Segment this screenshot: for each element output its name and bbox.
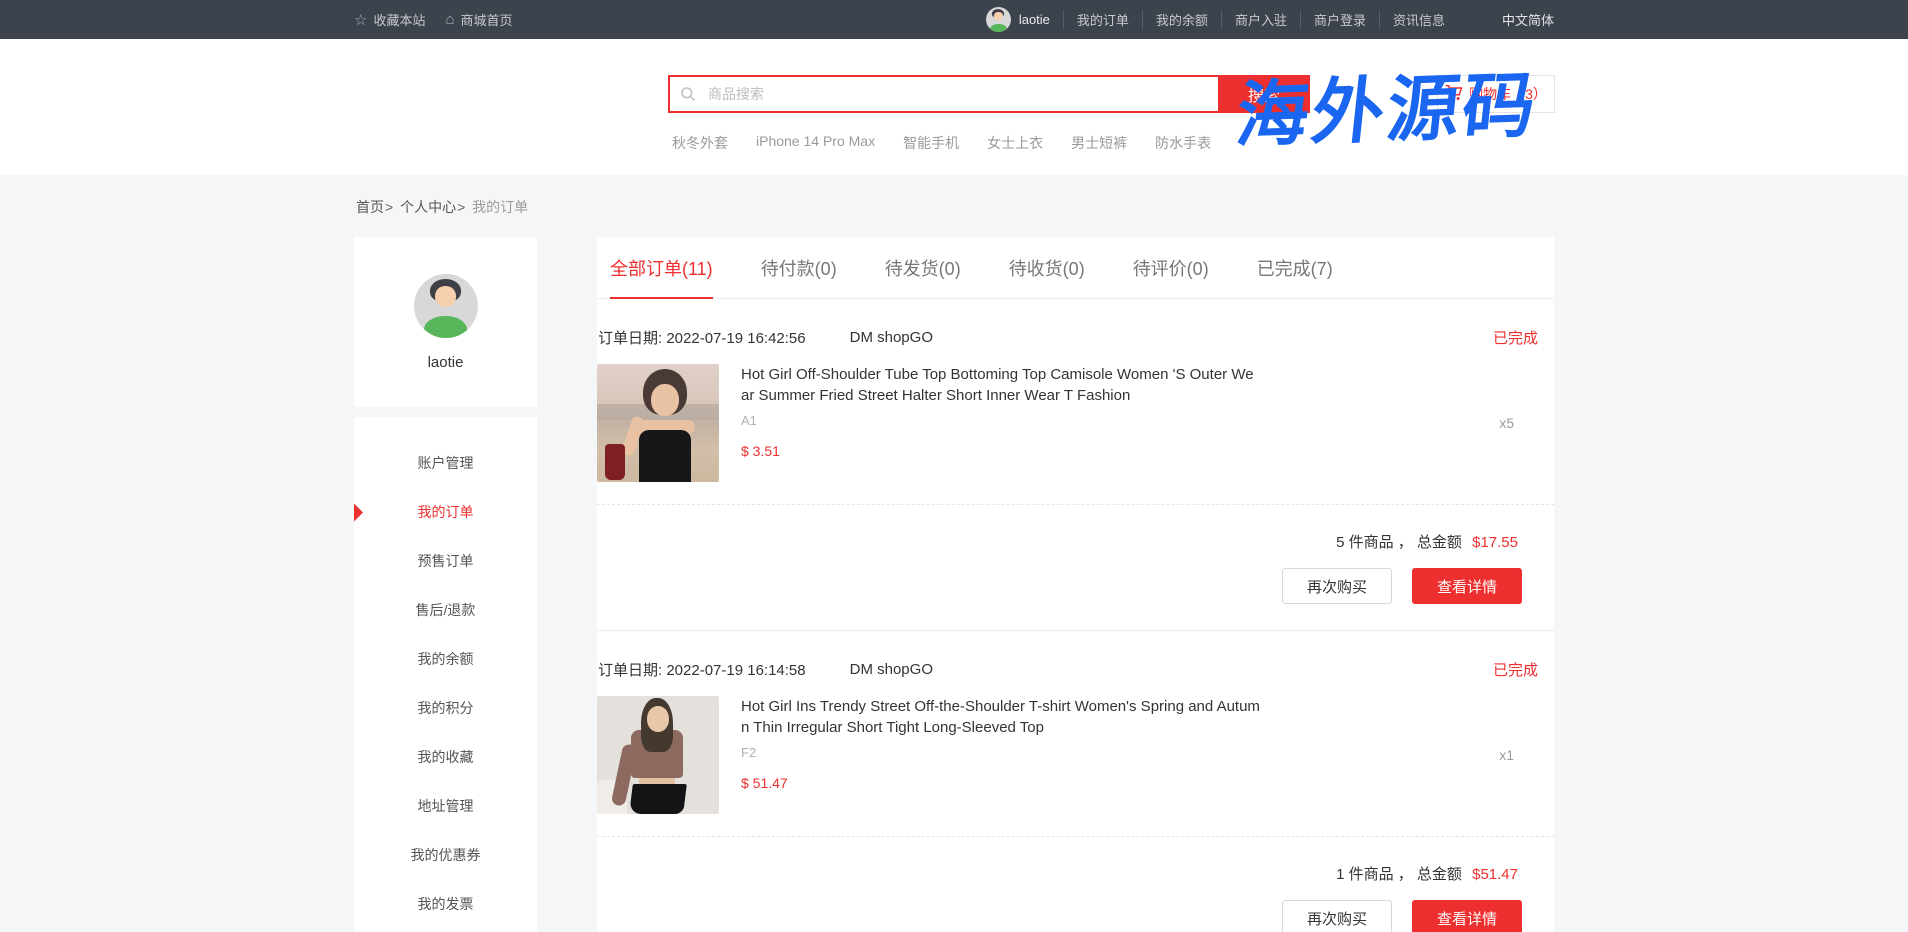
profile-username: laotie — [428, 354, 464, 371]
order-actions: 再次购买 查看详情 — [597, 900, 1554, 932]
topbar-left: ☆ 收藏本站 ⌂ 商城首页 — [354, 10, 513, 29]
order-card: 订单日期: 2022-07-19 16:42:56 DM shopGO 已完成 … — [597, 327, 1554, 631]
order-total: $17.55 — [1472, 534, 1518, 551]
order-actions: 再次购买 查看详情 — [597, 568, 1554, 604]
product-image[interactable] — [597, 696, 719, 814]
store-name[interactable]: DM shopGO — [850, 329, 933, 346]
search-icon — [680, 86, 696, 107]
sidebar-item-my-points[interactable]: 我的积分 — [354, 684, 537, 733]
product-price: $ 3.51 — [741, 443, 1499, 459]
topbar-mall-home[interactable]: ⌂ 商城首页 — [445, 10, 512, 29]
header: 搜索 购物车（3） 秋冬外套 iPhone 14 Pro Max 智能手机 女士… — [0, 39, 1908, 175]
topbar: ☆ 收藏本站 ⌂ 商城首页 laotie 我的订单 我的余额 商户入驻 商户登录… — [0, 0, 1908, 39]
breadcrumb-user-center[interactable]: 个人中心 — [400, 199, 456, 215]
sidebar-item-my-invoices[interactable]: 我的发票 — [354, 880, 537, 929]
order-divider — [597, 836, 1554, 837]
sidebar-item-my-orders[interactable]: 我的订单 — [354, 488, 537, 537]
profile-card: laotie — [354, 237, 537, 407]
topbar-link-merchant-join[interactable]: 商户入驻 — [1221, 10, 1300, 29]
order-summary-text: 1 件商品 ， 总金额 — [1336, 866, 1462, 883]
order-summary: 5 件商品 ， 总金额 $17.55 — [597, 531, 1554, 552]
orders-panel: 全部订单(11) 待付款(0) 待发货(0) 待收货(0) 待评价(0) 已完成… — [597, 237, 1554, 932]
order-card: 订单日期: 2022-07-19 16:14:58 DM shopGO 已完成 … — [597, 659, 1554, 932]
tab-pending-payment[interactable]: 待付款(0) — [761, 237, 837, 298]
nav-link-autumn-coats[interactable]: 秋冬外套 — [672, 133, 728, 153]
tab-pending-receipt[interactable]: 待收货(0) — [1009, 237, 1085, 298]
product-quantity: x5 — [1499, 415, 1514, 431]
order-date: 订单日期: 2022-07-19 16:42:56 — [598, 327, 806, 348]
sidebar-item-address[interactable]: 地址管理 — [354, 782, 537, 831]
nav-link-smartphones[interactable]: 智能手机 — [903, 133, 959, 153]
tab-pending-shipment[interactable]: 待发货(0) — [885, 237, 961, 298]
topbar-user[interactable]: laotie — [986, 7, 1050, 32]
cart-button[interactable]: 购物车（3） — [1437, 75, 1555, 113]
search-input[interactable] — [668, 75, 1218, 113]
topbar-link-my-orders[interactable]: 我的订单 — [1063, 10, 1142, 29]
sidebar-item-account[interactable]: 账户管理 — [354, 439, 537, 488]
user-avatar — [986, 7, 1011, 32]
sidebar-item-my-balance[interactable]: 我的余额 — [354, 635, 537, 684]
header-nav: 秋冬外套 iPhone 14 Pro Max 智能手机 女士上衣 男士短裤 防水… — [672, 133, 1211, 153]
search-button[interactable]: 搜索 — [1218, 75, 1310, 113]
order-summary: 1 件商品 ， 总金额 $51.47 — [597, 863, 1554, 884]
store-name[interactable]: DM shopGO — [850, 661, 933, 678]
breadcrumb: 首页> 个人中心> 我的订单 — [354, 175, 1554, 237]
profile-avatar[interactable] — [414, 274, 478, 338]
cart-icon — [1445, 84, 1463, 104]
order-total: $51.47 — [1472, 866, 1518, 883]
topbar-link-news[interactable]: 资讯信息 — [1379, 10, 1458, 29]
sidebar: laotie 账户管理 我的订单 预售订单 售后/退款 我的余额 我的积分 我的… — [354, 237, 537, 932]
nav-link-waterproof-watches[interactable]: 防水手表 — [1155, 133, 1211, 153]
view-details-button[interactable]: 查看详情 — [1412, 568, 1522, 604]
sidebar-item-my-coupons[interactable]: 我的优惠券 — [354, 831, 537, 880]
order-divider — [597, 504, 1554, 505]
product-title[interactable]: Hot Girl Off-Shoulder Tube Top Bottoming… — [741, 364, 1261, 406]
topbar-link-merchant-login[interactable]: 商户登录 — [1300, 10, 1379, 29]
home-icon: ⌂ — [445, 11, 454, 28]
tab-completed[interactable]: 已完成(7) — [1257, 237, 1333, 298]
product-spec: F2 — [741, 745, 1499, 760]
star-icon: ☆ — [354, 11, 367, 29]
product-spec: A1 — [741, 413, 1499, 428]
order-product-row: Hot Girl Off-Shoulder Tube Top Bottoming… — [597, 364, 1554, 482]
order-status-badge: 已完成 — [1493, 659, 1538, 680]
product-image[interactable] — [597, 364, 719, 482]
search-box: 搜索 — [668, 75, 1310, 113]
buy-again-button[interactable]: 再次购买 — [1282, 568, 1392, 604]
nav-link-men-shorts[interactable]: 男士短裤 — [1071, 133, 1127, 153]
nav-link-iphone[interactable]: iPhone 14 Pro Max — [756, 133, 875, 153]
sidebar-item-aftersale-refund[interactable]: 售后/退款 — [354, 586, 537, 635]
tab-pending-review[interactable]: 待评价(0) — [1133, 237, 1209, 298]
sidebar-item-presale-orders[interactable]: 预售订单 — [354, 537, 537, 586]
language-selector[interactable]: 中文简体 — [1502, 10, 1554, 29]
order-separator — [597, 630, 1554, 631]
product-quantity: x1 — [1499, 747, 1514, 763]
username: laotie — [1019, 12, 1050, 27]
order-status-badge: 已完成 — [1493, 327, 1538, 348]
topbar-favorite-label: 收藏本站 — [373, 10, 425, 29]
topbar-favorite[interactable]: ☆ 收藏本站 — [354, 10, 425, 29]
order-summary-text: 5 件商品 ， 总金额 — [1336, 534, 1462, 551]
sidebar-item-my-favorites[interactable]: 我的收藏 — [354, 733, 537, 782]
buy-again-button[interactable]: 再次购买 — [1282, 900, 1392, 932]
tab-all-orders[interactable]: 全部订单(11) — [610, 237, 713, 298]
view-details-button[interactable]: 查看详情 — [1412, 900, 1522, 932]
order-tabs: 全部订单(11) 待付款(0) 待发货(0) 待收货(0) 待评价(0) 已完成… — [597, 237, 1554, 299]
breadcrumb-home[interactable]: 首页 — [356, 199, 384, 215]
cart-label: 购物车（3） — [1469, 84, 1547, 104]
nav-link-women-tops[interactable]: 女士上衣 — [987, 133, 1043, 153]
order-product-row: Hot Girl Ins Trendy Street Off-the-Shoul… — [597, 696, 1554, 814]
topbar-right: laotie 我的订单 我的余额 商户入驻 商户登录 资讯信息 中文简体 — [986, 7, 1554, 32]
breadcrumb-current: 我的订单 — [472, 199, 528, 215]
topbar-link-my-balance[interactable]: 我的余额 — [1142, 10, 1221, 29]
product-title[interactable]: Hot Girl Ins Trendy Street Off-the-Shoul… — [741, 696, 1261, 738]
product-price: $ 51.47 — [741, 775, 1499, 791]
sidebar-menu: 账户管理 我的订单 预售订单 售后/退款 我的余额 我的积分 我的收藏 地址管理… — [354, 417, 537, 932]
topbar-mall-home-label: 商城首页 — [461, 10, 513, 29]
order-date: 订单日期: 2022-07-19 16:14:58 — [598, 659, 806, 680]
